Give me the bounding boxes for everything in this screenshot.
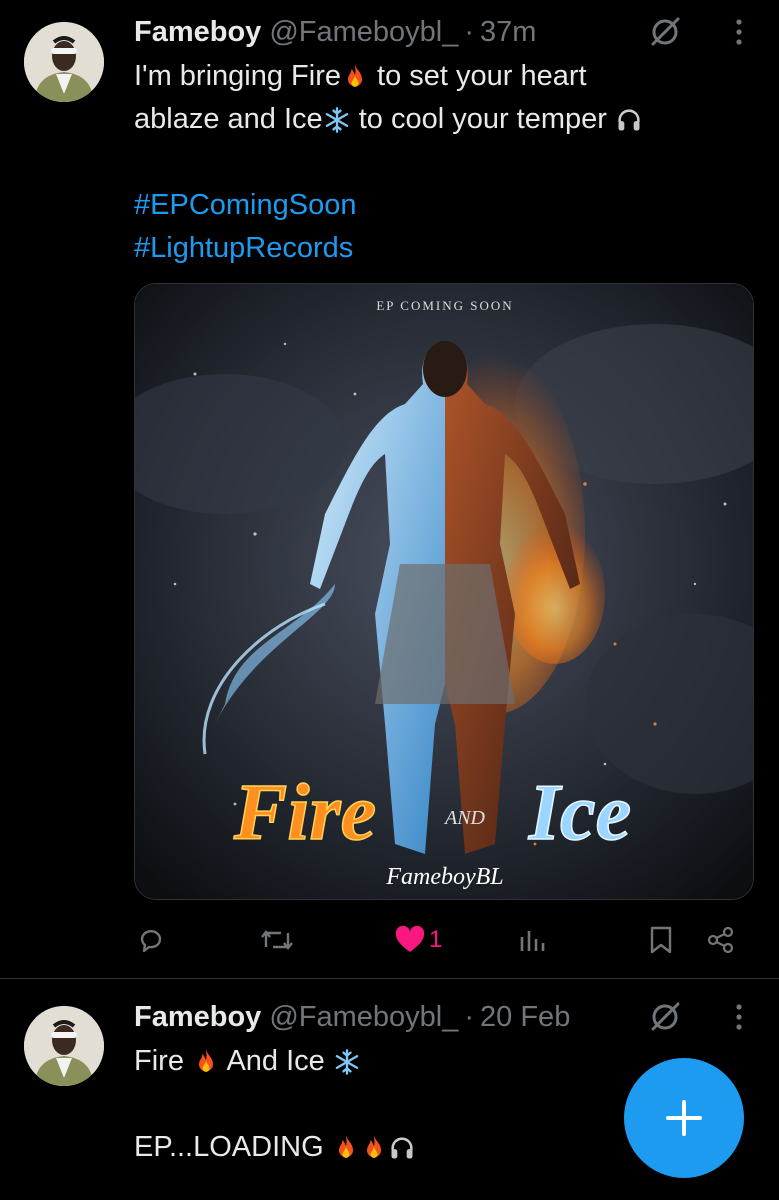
tweet[interactable]: Fameboy @Fameboybl_ · 20 Feb Fire And Ic… bbox=[0, 0, 779, 1200]
tweet-header: Fameboy @Fameboybl_ · 20 Feb bbox=[134, 997, 570, 1037]
fire-icon bbox=[332, 1134, 360, 1162]
author-name[interactable]: Fameboy bbox=[134, 1001, 261, 1034]
fire-icon bbox=[192, 1048, 220, 1076]
fire-icon bbox=[360, 1134, 388, 1162]
compose-button[interactable] bbox=[624, 1058, 744, 1178]
tweet-text-line: Fire And Ice bbox=[134, 1040, 361, 1083]
author-handle[interactable]: @Fameboybl_ bbox=[269, 1001, 458, 1034]
tweet-text: And Ice bbox=[220, 1045, 333, 1077]
plus-icon bbox=[666, 1100, 702, 1136]
separator-dot: · bbox=[464, 1000, 475, 1033]
grok-icon[interactable] bbox=[648, 1000, 682, 1034]
headphones-icon bbox=[388, 1134, 416, 1162]
more-options-icon[interactable] bbox=[729, 1000, 749, 1034]
timestamp[interactable]: 20 Feb bbox=[480, 1001, 570, 1034]
snowflake-icon bbox=[333, 1048, 361, 1076]
tweet-text-line: EP...LOADING bbox=[134, 1126, 416, 1169]
tweet-text: EP...LOADING bbox=[134, 1131, 332, 1163]
tweet-text: Fire bbox=[134, 1045, 192, 1077]
avatar[interactable] bbox=[24, 1006, 104, 1086]
